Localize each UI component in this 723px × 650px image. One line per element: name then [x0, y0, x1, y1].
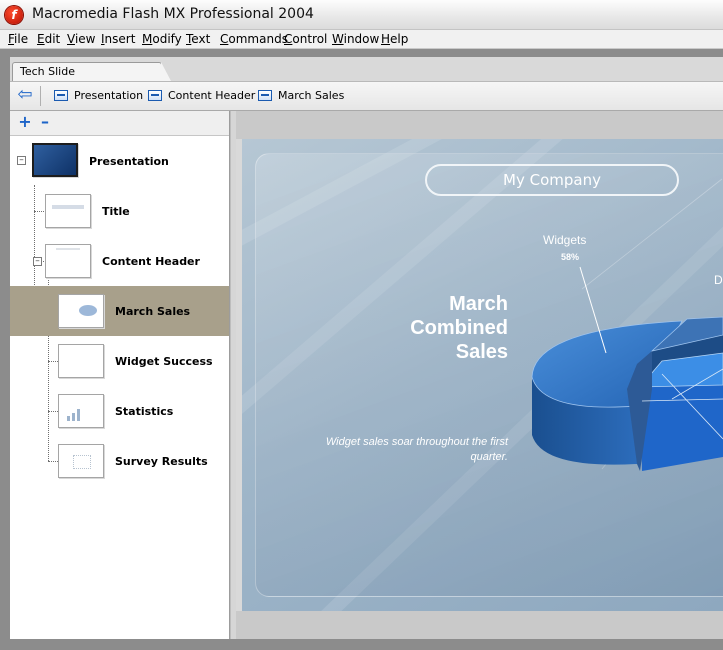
stage-pasteboard — [236, 111, 723, 139]
slide-thumbnail — [58, 444, 104, 478]
tree-item-label: Survey Results — [115, 455, 208, 468]
plus-icon[interactable]: + — [18, 114, 32, 130]
slide-stage[interactable]: My Company Widgets 58% D March Combined … — [242, 139, 723, 611]
pie-slice-front-side — [640, 385, 723, 471]
tree-item-statistics[interactable]: Statistics — [10, 386, 229, 436]
stage-area: My Company Widgets 58% D March Combined … — [236, 111, 723, 639]
slide-thumbnail — [58, 394, 104, 428]
slide-icon — [54, 90, 68, 101]
tree-item-title[interactable]: Title — [10, 186, 229, 236]
title-bar: f Macromedia Flash MX Professional 2004 — [0, 0, 723, 30]
slide-thumbnail — [45, 194, 91, 228]
document-tab-strip: Tech Slide Presentation.fla* — [10, 57, 723, 95]
slide-heading[interactable]: March Combined Sales — [348, 292, 508, 364]
menu-view[interactable]: View — [67, 32, 95, 46]
collapse-toggle[interactable]: – — [33, 257, 42, 266]
tree-item-label: Presentation — [89, 155, 169, 168]
slide-thumbnail — [58, 344, 104, 378]
minus-icon[interactable]: – — [38, 114, 52, 130]
window-title: Macromedia Flash MX Professional 2004 — [32, 6, 314, 22]
collapse-toggle[interactable]: – — [17, 156, 26, 165]
breadcrumb-march-sales[interactable]: March Sales — [258, 89, 344, 102]
pie-percent-widgets: 58% — [561, 252, 580, 262]
slide-thumbnail — [45, 244, 91, 278]
bar-thumbnail-icon — [77, 409, 80, 421]
menu-control[interactable]: Control — [284, 32, 327, 46]
menu-commands[interactable]: Commands — [220, 32, 288, 46]
slide-thumbnail — [58, 294, 104, 328]
back-arrow-icon[interactable]: ⇦ — [16, 86, 34, 105]
thumbnail-bar — [52, 205, 84, 209]
menu-insert[interactable]: Insert — [101, 32, 135, 46]
slide-subtitle[interactable]: Widget sales soar throughout the first q… — [302, 435, 508, 465]
menu-window[interactable]: Window — [332, 32, 379, 46]
breadcrumb-content-header[interactable]: Content Header — [148, 89, 255, 102]
tree-toolbar: + – — [10, 111, 229, 136]
menu-edit[interactable]: Edit — [37, 32, 60, 46]
tree-item-label: Statistics — [115, 405, 174, 418]
menu-text[interactable]: Text — [186, 32, 210, 46]
tree-item-label: Content Header — [102, 255, 200, 268]
slide-thumbnail — [32, 143, 78, 177]
breadcrumb: ⇦ Presentation Content Header March Sale… — [10, 81, 723, 111]
slide-tree-panel: + – – Presentation Title – Content Heade… — [10, 111, 230, 639]
slide-icon — [258, 90, 272, 101]
breadcrumb-label: Presentation — [74, 89, 144, 102]
stage-pasteboard — [236, 611, 723, 639]
pie-label-widgets: Widgets — [543, 233, 587, 247]
flash-logo-icon: f — [5, 6, 23, 24]
tree-item-label: Widget Success — [115, 355, 213, 368]
workspace-gap — [0, 49, 723, 57]
pie-chart — [531, 266, 723, 471]
tree-item-widget-success[interactable]: Widget Success — [10, 336, 229, 386]
slide-icon — [148, 90, 162, 101]
breadcrumb-presentation[interactable]: Presentation — [54, 89, 143, 102]
grid-thumbnail-icon — [73, 455, 91, 469]
tree-item-march-sales[interactable]: March Sales — [10, 286, 229, 336]
window-bottom-edge — [0, 639, 723, 650]
tree-item-label: March Sales — [115, 305, 191, 318]
tree-item-content-header[interactable]: – Content Header — [10, 236, 229, 286]
tree-item-presentation[interactable]: – Presentation — [10, 136, 229, 186]
thumbnail-bar — [56, 248, 80, 250]
menu-file[interactable]: File — [8, 32, 28, 46]
bar-thumbnail-icon — [67, 416, 70, 421]
tree-item-survey-results[interactable]: Survey Results — [10, 436, 229, 486]
menu-modify[interactable]: Modify — [142, 32, 182, 46]
menu-bar: File Edit View Insert Modify Text Comman… — [0, 30, 723, 49]
breadcrumb-label: Content Header — [168, 89, 256, 102]
bar-thumbnail-icon — [72, 413, 75, 421]
menu-help[interactable]: Help — [381, 32, 408, 46]
tree-item-label: Title — [102, 205, 130, 218]
document-tab[interactable]: Tech Slide Presentation.fla* — [12, 62, 171, 95]
pie-thumbnail-icon — [79, 305, 97, 316]
breadcrumb-label: March Sales — [278, 89, 345, 102]
pie-label-partial: D — [714, 273, 723, 287]
nav-separator — [40, 86, 41, 106]
